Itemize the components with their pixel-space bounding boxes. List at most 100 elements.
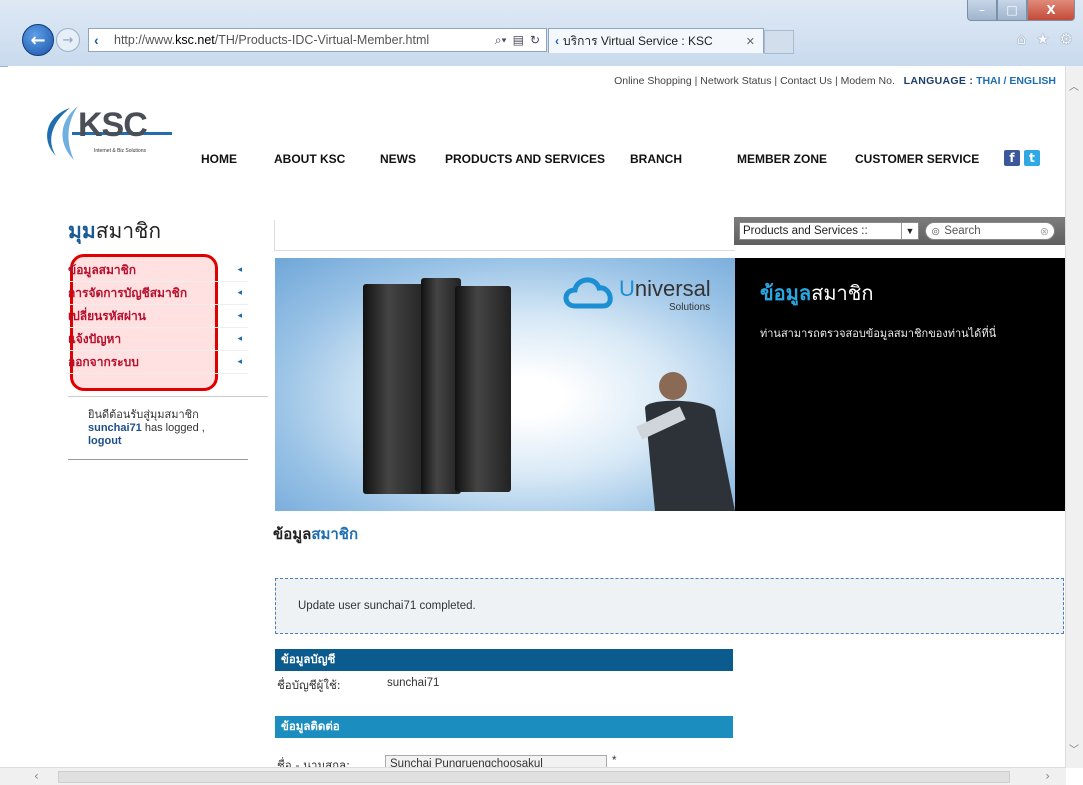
thai-language-link[interactable]: THAI: [976, 75, 1001, 87]
ksc-favicon-icon: ‹: [555, 34, 559, 48]
tab-title: บริการ Virtual Service : KSC: [563, 33, 713, 48]
vertical-scrollbar[interactable]: ︿ ﹀: [1065, 66, 1083, 768]
facebook-icon[interactable]: f: [1004, 150, 1020, 166]
browser-tools: ⌂ ★ ⚙: [1017, 30, 1073, 48]
sidebar-item-label: การจัดการบัญชีสมาชิก: [68, 285, 188, 300]
browser-tab[interactable]: ‹ บริการ Virtual Service : KSC ✕: [548, 28, 764, 53]
chevron-up-icon[interactable]: ︿: [1069, 78, 1079, 93]
member-sidebar-menu: ข้อมูลสมาชิก ◂ การจัดการบัญชีสมาชิก ◂ เปลี…: [68, 259, 248, 374]
web-page: Online Shopping | Network Status | Conta…: [8, 66, 1066, 767]
username-value: sunchai71: [387, 677, 440, 689]
chevron-left-icon[interactable]: ‹: [34, 769, 39, 783]
refresh-icon[interactable]: ↻: [530, 33, 540, 48]
modem-no-link[interactable]: Modem No.: [841, 75, 895, 87]
username-label: ชื่อบัญชีผู้ใช้:: [277, 678, 341, 692]
nav-home[interactable]: HOME: [201, 152, 237, 166]
search-placeholder: Search: [944, 225, 981, 237]
favorites-star-icon[interactable]: ★: [1036, 30, 1049, 48]
clear-search-icon[interactable]: ⊗: [1040, 225, 1049, 238]
sidebar-item-label: ออกจากระบบ: [68, 354, 139, 369]
settings-gear-icon[interactable]: ⚙: [1060, 30, 1073, 48]
nav-customer-service[interactable]: CUSTOMER SERVICE: [855, 152, 979, 166]
update-notice: Update user sunchai71 completed.: [275, 578, 1064, 634]
url-path: /TH/Products-IDC-Virtual-Member.html: [214, 33, 430, 47]
window-controls: – □ X: [967, 0, 1075, 21]
home-icon[interactable]: ⌂: [1017, 30, 1027, 48]
sidebar-item-report-problem[interactable]: แจ้งปัญหา ◂: [68, 328, 248, 351]
language-label: LANGUAGE :: [903, 75, 974, 87]
nav-member-zone-label: MEMBER ZONE: [737, 152, 827, 166]
member-title-rest: สมาชิก: [95, 220, 162, 243]
contact-us-link[interactable]: Contact Us: [780, 75, 832, 87]
welcome-text: ยินดีต้อนรับสู่มุมสมาชิก: [88, 409, 199, 421]
ksc-favicon-icon: ‹: [94, 32, 99, 48]
arrow-left-icon: ◂: [237, 265, 242, 275]
maximize-button[interactable]: □: [997, 0, 1027, 21]
separator: |: [834, 75, 838, 87]
sidebar-item-label: เปลี่ยนรหัสผ่าน: [68, 308, 146, 323]
compat-view-icon[interactable]: ▤: [513, 33, 524, 48]
scrollbar-thumb[interactable]: [58, 771, 1010, 783]
logo-text: KSC: [78, 106, 148, 144]
twitter-icon[interactable]: t: [1024, 150, 1040, 166]
minimize-button[interactable]: –: [967, 0, 997, 21]
header-divider: [274, 220, 735, 251]
chevron-down-icon[interactable]: ▼: [901, 223, 918, 239]
close-tab-icon[interactable]: ✕: [746, 35, 755, 48]
forward-button[interactable]: →: [56, 28, 80, 52]
address-url[interactable]: http://www.ksc.net/TH/Products-IDC-Virtu…: [114, 33, 495, 47]
brand-u: U: [619, 276, 635, 301]
server-image: [455, 286, 511, 492]
browser-chrome: – □ X ← → ‹ http://www.ksc.net/TH/Produc…: [0, 0, 1083, 67]
sidebar-item-account-management[interactable]: การจัดการบัญชีสมาชิก ◂: [68, 282, 248, 305]
sidebar-item-logout[interactable]: ออกจากระบบ ◂: [68, 351, 248, 374]
welcome-box: ยินดีต้อนรับสู่มุมสมาชิก sunchai71 has l…: [68, 396, 268, 454]
nav-member-zone[interactable]: MEMBER ZONE: [737, 152, 827, 166]
new-tab-button[interactable]: [764, 30, 794, 54]
arrow-left-icon: ◂: [237, 334, 242, 344]
page-title-blue: สมาชิก: [311, 526, 359, 543]
cloud-icon: [563, 277, 613, 309]
page-title: ข้อมูลสมาชิก: [273, 522, 358, 546]
nav-products[interactable]: PRODUCTS AND SERVICES: [445, 152, 605, 166]
search-input[interactable]: ⊚ Search ⊗: [925, 222, 1055, 240]
banner-title-bold: ข้อมูล: [760, 283, 812, 305]
top-links-bar: Online Shopping | Network Status | Conta…: [614, 75, 1056, 87]
arrow-left-icon: ←: [30, 29, 46, 51]
horizontal-scrollbar[interactable]: ‹ ›: [0, 767, 1066, 785]
nav-about[interactable]: ABOUT KSC: [274, 152, 345, 166]
social-icons: f t: [1004, 150, 1040, 166]
back-button[interactable]: ←: [22, 24, 54, 56]
chevron-right-icon[interactable]: ›: [1045, 769, 1050, 783]
member-title-bold: มุม: [68, 220, 96, 243]
section-account-header: ข้อมูลบัญชี: [275, 649, 733, 671]
address-tools: ⌕▾ ▤ ↻: [495, 33, 546, 48]
sidebar-item-change-password[interactable]: เปลี่ยนรหัสผ่าน ◂: [68, 305, 248, 328]
server-image: [363, 284, 427, 494]
online-shopping-link[interactable]: Online Shopping: [614, 75, 692, 87]
name-label: ชื่อ - นามสกุล:: [277, 758, 350, 767]
ksc-logo[interactable]: KSC Internet & Biz Solutions: [36, 104, 196, 164]
category-select[interactable]: Products and Services :: ▼: [739, 222, 919, 240]
brand-sub: Solutions: [669, 302, 711, 313]
address-bar[interactable]: ‹ http://www.ksc.net/TH/Products-IDC-Vir…: [88, 28, 547, 52]
network-status-link[interactable]: Network Status: [700, 75, 771, 87]
sidebar-item-member-info[interactable]: ข้อมูลสมาชิก ◂: [68, 259, 248, 282]
logout-link[interactable]: logout: [88, 435, 122, 447]
english-language-link[interactable]: ENGLISH: [1009, 75, 1056, 87]
nav-news[interactable]: NEWS: [380, 152, 416, 166]
logged-username: sunchai71: [88, 422, 142, 434]
businessman-image: [636, 372, 735, 511]
close-window-button[interactable]: X: [1027, 0, 1075, 21]
nav-products-label: PRODUCTS AND SERVICES: [445, 152, 606, 166]
banner-title-rest: สมาชิก: [811, 283, 874, 305]
chevron-down-icon[interactable]: ﹀: [1069, 741, 1079, 756]
search-icon: ⊚: [931, 225, 941, 238]
sidebar-item-label: ข้อมูลสมาชิก: [68, 262, 137, 277]
scrollbar-thumb[interactable]: [1068, 92, 1080, 592]
separator: /: [1003, 75, 1007, 87]
nav-branch[interactable]: BRANCH: [630, 152, 682, 166]
page-title-black: ข้อมูล: [273, 526, 312, 543]
search-icon[interactable]: ⌕▾: [495, 33, 507, 48]
name-field[interactable]: [385, 755, 607, 767]
